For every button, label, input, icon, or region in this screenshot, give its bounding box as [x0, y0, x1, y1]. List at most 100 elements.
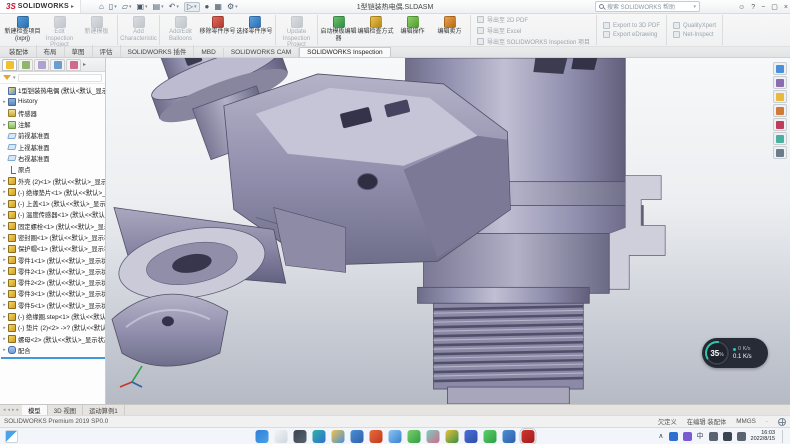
select-arrow-icon[interactable]: ▷▾ [184, 2, 200, 12]
volume-icon[interactable] [737, 432, 746, 441]
task-view-button[interactable] [294, 430, 307, 443]
minimize-icon[interactable]: − [761, 4, 765, 11]
user-account-icon[interactable]: ☺ [738, 4, 745, 11]
tree-filter-input[interactable] [18, 74, 102, 82]
file-properties-icon[interactable]: ▦ [214, 3, 222, 11]
command-tab[interactable]: SOLIDWORKS Inspection [299, 47, 391, 57]
command-tab[interactable]: SOLIDWORKS 插件 [121, 45, 195, 57]
tree-item[interactable]: 传感器 [1, 108, 105, 119]
start-button[interactable] [256, 430, 269, 443]
taskbar-clock[interactable]: 16:032022/8/15 [751, 430, 775, 442]
restore-icon[interactable]: ▢ [771, 3, 778, 11]
tree-item[interactable]: ▸ 零件1<1> (默认<<默认>_显示状态 [1, 254, 105, 265]
ribbon-button[interactable]: 编辑卖方 [431, 15, 468, 45]
tree-item[interactable]: ▸ 零件3<1> (默认<<默认>_显示状态 [1, 288, 105, 299]
ribbon-button[interactable]: 启动模板编辑器 [320, 15, 357, 45]
3d-viewport[interactable]: 35% 0 K/s 0.1 K/s [106, 58, 790, 404]
search-dropdown-icon[interactable]: ▾ [693, 4, 696, 10]
document-tab[interactable]: 模型 [22, 405, 48, 415]
security-icon[interactable] [683, 432, 692, 441]
wps-icon[interactable] [503, 430, 516, 443]
new-document-icon[interactable]: ▯▾ [109, 3, 117, 11]
tree-item[interactable]: ▸ 固定螺栓<1> (默认<<默认>_显示 [1, 221, 105, 232]
solidworks-logo[interactable]: 3S SOLIDWORKS ▸ [0, 0, 81, 13]
undo-icon[interactable]: ↶▾ [169, 3, 179, 11]
app-green-icon[interactable] [408, 430, 421, 443]
tree-item[interactable]: ▸ (-) 绝缘圈.step<1> (默认<<默认> [1, 311, 105, 322]
command-tab[interactable]: 布局 [37, 45, 65, 57]
help-search-box[interactable]: 搜索 SOLIDWORKS 帮助 ▾ [595, 1, 700, 12]
view-palette-tab[interactable] [773, 104, 787, 117]
filter-funnel-icon[interactable] [3, 75, 11, 80]
tree-item[interactable]: ▸ 注解 [1, 119, 105, 130]
filter-dropdown-icon[interactable]: ▾ [13, 75, 16, 81]
ribbon-button[interactable]: 选择零件序号 [236, 15, 273, 45]
ime-indicator[interactable]: 中 [697, 431, 704, 441]
reader-icon[interactable] [465, 430, 478, 443]
tree-item[interactable]: ▸ (-) 上盖<1> (默认<<默认>_显示状 [1, 198, 105, 209]
tree-item[interactable]: ▸ 零件2<1> (默认<<默认>_显示状态 [1, 266, 105, 277]
tree-item[interactable]: 上视基准面 [1, 141, 105, 152]
solidworks-icon[interactable] [522, 430, 535, 443]
tree-item[interactable]: ▸ 外壳 (2)<1> (默认<<默认>_显示状 [1, 175, 105, 186]
close-icon[interactable]: × [784, 4, 788, 11]
tree-item[interactable]: ▸ 配合 [1, 345, 105, 356]
browser-360-icon[interactable] [427, 430, 440, 443]
command-tab[interactable]: MBD [194, 48, 223, 57]
tab-scroll-arrows[interactable]: ◂◂▸▸ [0, 407, 22, 413]
wechat-icon[interactable] [484, 430, 497, 443]
solidworks-resources-tab[interactable] [773, 62, 787, 75]
print-icon[interactable]: ▤▾ [153, 3, 164, 11]
featuremanager-tree-tab[interactable] [2, 59, 17, 71]
custom-properties-tab[interactable] [773, 132, 787, 145]
mail-icon[interactable] [351, 430, 364, 443]
file-explorer-icon[interactable] [332, 430, 345, 443]
tab-nav-arrow-icon[interactable]: ◂ [8, 407, 11, 413]
tree-item[interactable]: ▸ 零件5<1> (默认<<默认>_显示状态 [1, 300, 105, 311]
panel-tabs-overflow-icon[interactable]: ▸ [83, 61, 86, 68]
tab-nav-arrow-icon[interactable]: ▸ [17, 407, 20, 413]
options-icon[interactable]: ⚙▾ [227, 3, 238, 11]
tree-item[interactable]: ▸ (-) 垫片 (2)<2> ->? (默认<<默认> [1, 322, 105, 333]
net-speed-widget[interactable]: 35% 0 K/s 0.1 K/s [702, 338, 768, 368]
appearances-scenes-tab[interactable] [773, 118, 787, 131]
document-tab[interactable]: 3D 视图 [48, 405, 83, 415]
powerpoint-icon[interactable] [370, 430, 383, 443]
widgets-icon[interactable] [5, 430, 18, 443]
tree-item[interactable]: ▸ 零件2<2> (默认<<默认>_显示状态 [1, 277, 105, 288]
dimxpertmanager-tab[interactable] [50, 59, 65, 71]
tree-item[interactable]: ▸ 密封圈<1> (默认<<默认>_显示状 [1, 232, 105, 243]
tree-item[interactable]: 右视基准面 [1, 153, 105, 164]
home-icon[interactable]: ⌂ [99, 3, 104, 11]
tree-item[interactable]: ▸ (-) 绝缘垫片<1> (默认<<默认>_显 [1, 187, 105, 198]
tab-nav-arrow-icon[interactable]: ◂ [3, 407, 6, 413]
propertymanager-tab[interactable] [18, 59, 33, 71]
qq-icon[interactable] [389, 430, 402, 443]
ribbon-button[interactable]: 移除零件序号 [199, 15, 236, 45]
edge-icon[interactable] [313, 430, 326, 443]
command-tab[interactable]: SOLIDWORKS CAM [224, 48, 299, 57]
monitor-icon[interactable] [723, 432, 732, 441]
tree-item[interactable]: ▸ History [1, 96, 105, 107]
ribbon-button[interactable]: 编辑检查方式 [357, 15, 394, 45]
command-tab[interactable]: 装配体 [2, 45, 37, 57]
tree-item[interactable]: ▸ 螺母<2> (默认<<默认>_显示状态 [1, 334, 105, 345]
tab-nav-arrow-icon[interactable]: ▸ [12, 407, 15, 413]
command-tab[interactable]: 评估 [93, 45, 121, 57]
save-icon[interactable]: ▣▾ [136, 3, 147, 11]
panel-splitter[interactable] [1, 357, 105, 359]
menu-expand-icon[interactable]: ▸ [71, 3, 74, 10]
show-desktop-button[interactable] [782, 430, 784, 443]
tree-item[interactable]: ▸ (-) 温度传感器<1> (默认<<默认>_ [1, 209, 105, 220]
ribbon-button[interactable]: 编辑操作 [394, 15, 431, 45]
tray-chevron-icon[interactable]: ∧ [658, 432, 663, 440]
ribbon-button[interactable]: 新建检查项目 (ixprj) [4, 15, 41, 45]
chrome-icon[interactable] [446, 430, 459, 443]
search-button[interactable] [275, 430, 288, 443]
command-tab[interactable]: 草图 [65, 45, 93, 57]
tree-item[interactable]: 原点 [1, 164, 105, 175]
help-icon[interactable]: ? [751, 4, 755, 11]
displaymanager-tab[interactable] [66, 59, 81, 71]
rebuild-icon[interactable]: ● [205, 3, 210, 11]
globe-icon[interactable] [778, 418, 786, 426]
